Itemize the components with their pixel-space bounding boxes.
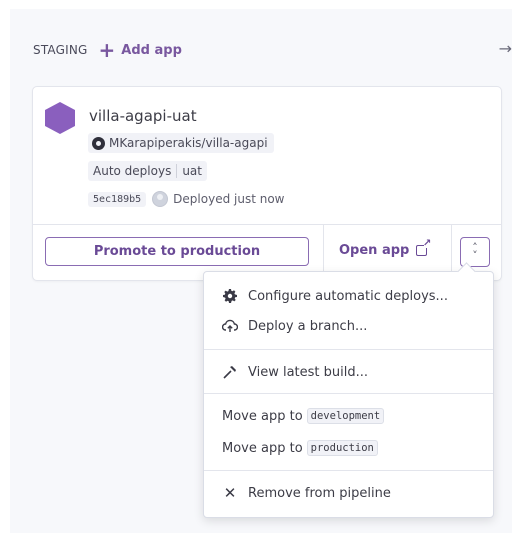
repo-name: MKarapiperakis/villa-agapi (109, 136, 268, 150)
hammer-icon (222, 364, 238, 380)
app-card: villa-agapi-uat MKarapiperakis/villa-aga… (32, 86, 502, 281)
github-icon (92, 136, 105, 150)
add-app-button[interactable]: + Add app (98, 38, 182, 62)
external-link-icon (416, 238, 431, 256)
menu-item-deploy-branch[interactable]: Deploy a branch... (204, 314, 493, 338)
app-actions-menu: Configure automatic deploys... Deploy a … (203, 271, 494, 518)
auto-deploys-badge: Auto deploys uat (88, 161, 207, 181)
user-avatar-icon (152, 191, 169, 207)
view-build-label: View latest build... (248, 364, 369, 380)
menu-divider (204, 470, 493, 471)
move-prefix: Move app to (222, 440, 303, 456)
menu-item-move-development[interactable]: Move app to development (204, 404, 493, 428)
arrow-right-icon[interactable]: → (499, 39, 512, 58)
add-app-label: Add app (121, 42, 182, 58)
menu-item-remove[interactable]: ✕ Remove from pipeline (204, 481, 493, 505)
open-app-button[interactable]: Open app (339, 238, 431, 258)
stage-production-pill: production (306, 440, 378, 456)
move-prefix: Move app to (222, 408, 303, 424)
menu-item-move-production[interactable]: Move app to production (204, 436, 493, 460)
stage-development-pill: development (306, 408, 385, 424)
auto-deploys-label: Auto deploys (93, 164, 172, 178)
menu-divider (204, 349, 493, 350)
deploy-branch-label: Deploy a branch... (248, 318, 368, 334)
repo-link[interactable]: MKarapiperakis/villa-agapi (88, 133, 274, 153)
stage-header: STAGING + Add app → (33, 38, 512, 62)
deploy-status: Deployed just now (173, 192, 285, 206)
stage-name: STAGING (33, 43, 88, 57)
app-name[interactable]: villa-agapi-uat (89, 107, 197, 125)
cloud-upload-icon (222, 319, 238, 333)
menu-divider (204, 393, 493, 394)
chevron-down-icon: ˅ (472, 249, 478, 262)
app-hexagon-icon (45, 102, 75, 134)
open-app-label: Open app (339, 243, 410, 258)
commit-row: 5ec189b5 Deployed just now (88, 189, 284, 209)
close-icon: ✕ (223, 484, 237, 502)
gear-icon (222, 289, 238, 303)
plus-icon: + (98, 38, 116, 62)
remove-label: Remove from pipeline (248, 485, 391, 501)
menu-item-configure-deploys[interactable]: Configure automatic deploys... (204, 284, 493, 308)
configure-label: Configure automatic deploys... (248, 288, 448, 304)
promote-to-production-button[interactable]: Promote to production (45, 237, 309, 266)
menu-item-view-build[interactable]: View latest build... (204, 360, 493, 384)
auto-deploys-branch: uat (182, 164, 202, 178)
commit-sha[interactable]: 5ec189b5 (88, 191, 147, 207)
